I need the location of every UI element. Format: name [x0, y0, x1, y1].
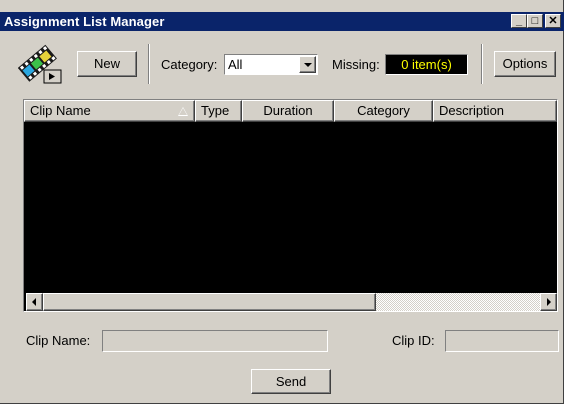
- clip-id-field[interactable]: [445, 330, 559, 352]
- send-button[interactable]: Send: [251, 369, 331, 394]
- close-icon: ✕: [548, 15, 558, 27]
- arrow-left-icon: [32, 298, 36, 306]
- column-header-category[interactable]: Category: [334, 100, 433, 122]
- minimize-button[interactable]: _: [511, 14, 527, 28]
- maximize-icon: □: [531, 15, 539, 27]
- missing-count: 0 item(s): [385, 54, 468, 75]
- category-value: All: [228, 57, 243, 72]
- horizontal-scrollbar[interactable]: [26, 293, 557, 311]
- minimize-icon: _: [515, 15, 523, 27]
- toolbar-separator: [481, 44, 483, 84]
- column-header-label: Type: [201, 103, 230, 118]
- scrollbar-thumb[interactable]: [43, 293, 376, 311]
- scroll-left-button[interactable]: [26, 293, 43, 311]
- column-header-label: Category: [357, 103, 410, 118]
- column-header-label: Description: [439, 103, 505, 118]
- scroll-right-button[interactable]: [540, 293, 557, 311]
- column-header-duration[interactable]: Duration: [242, 100, 334, 122]
- category-select[interactable]: All: [224, 54, 318, 75]
- chevron-down-icon: [304, 63, 312, 67]
- clip-list[interactable]: Clip Name Type Duration Category Descrip…: [23, 99, 558, 312]
- sort-ascending-icon: [178, 107, 188, 116]
- column-header-type[interactable]: Type: [195, 100, 242, 122]
- arrow-right-icon: [547, 298, 551, 306]
- maximize-button[interactable]: □: [527, 14, 543, 28]
- column-header-label: Clip Name: [30, 103, 91, 118]
- column-header-description[interactable]: Description: [433, 100, 557, 122]
- options-button[interactable]: Options: [494, 51, 556, 77]
- clip-name-label: Clip Name:: [26, 333, 91, 348]
- film-clip-icon: [17, 42, 64, 84]
- column-header-label: Duration: [263, 103, 313, 118]
- toolbar-separator: [148, 44, 150, 84]
- clip-name-field[interactable]: [102, 330, 328, 352]
- close-button[interactable]: ✕: [545, 14, 561, 28]
- category-dropdown-button[interactable]: [299, 56, 316, 73]
- window-title: Assignment List Manager: [4, 14, 165, 29]
- new-button[interactable]: New: [77, 51, 137, 77]
- clip-id-label: Clip ID:: [392, 333, 435, 348]
- column-header-clip-name[interactable]: Clip Name: [24, 100, 195, 122]
- app-window: Assignment List Manager _ □ ✕ New Catego…: [0, 0, 564, 404]
- category-label: Category:: [161, 57, 218, 72]
- missing-label: Missing:: [332, 57, 380, 72]
- title-bar[interactable]: Assignment List Manager _ □ ✕: [0, 12, 564, 31]
